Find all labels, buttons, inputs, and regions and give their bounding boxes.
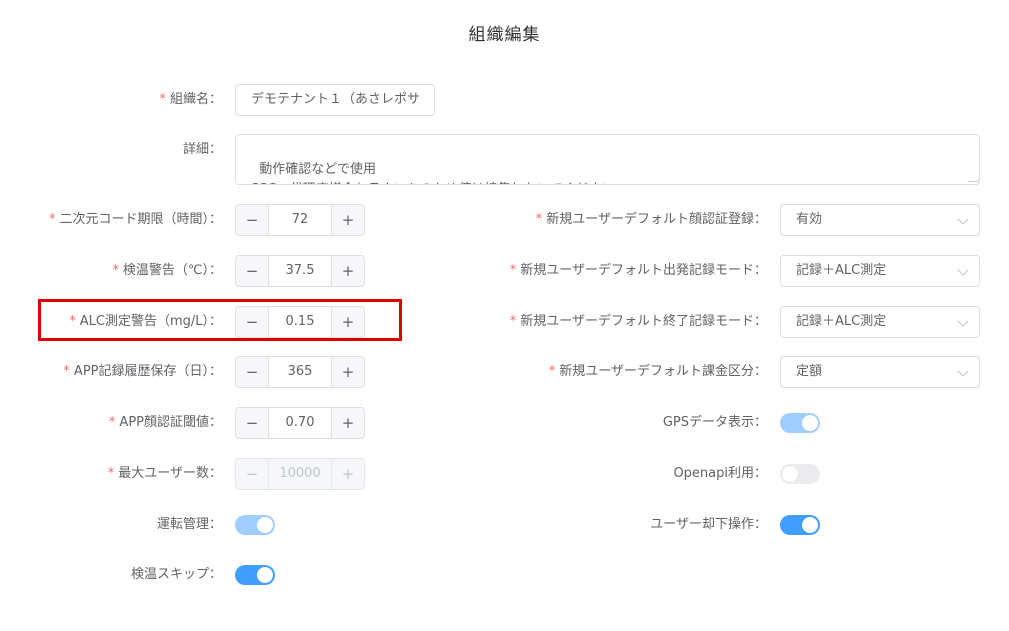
required-mark: * — [509, 263, 517, 278]
temp-skip-label: 検温スキップ： — [130, 567, 222, 582]
increment-button[interactable]: + — [331, 256, 364, 286]
qr-expiry-label: * 二次元コード期限（時間）： — [48, 212, 222, 227]
new-user-billing-label: * 新規ユーザーデフォルト課金区分： — [548, 364, 767, 379]
required-mark: * — [48, 212, 56, 227]
new-user-end-mode-select[interactable]: 記録＋ALC測定 — [780, 306, 980, 338]
required-mark: * — [107, 466, 115, 481]
openapi-switch — [780, 464, 820, 484]
increment-button: + — [331, 459, 364, 489]
driving-mgmt-label: 運転管理： — [156, 517, 222, 532]
required-mark: * — [159, 92, 166, 107]
new-user-depart-mode-label: * 新規ユーザーデフォルト出発記録モード： — [509, 263, 767, 278]
required-mark: * — [548, 364, 556, 379]
required-mark: * — [535, 212, 543, 227]
stepper-value[interactable]: 365 — [269, 357, 331, 387]
temp-skip-switch[interactable] — [235, 565, 275, 585]
highlight-box — [38, 299, 402, 341]
openapi-label: Openapi利用： — [673, 466, 767, 481]
decrement-button[interactable]: − — [236, 357, 269, 387]
app-face-threshold-label: * APP顔認証閾値： — [108, 415, 222, 430]
chevron-down-icon — [957, 365, 969, 377]
increment-button[interactable]: + — [331, 408, 364, 438]
detail-textarea[interactable]: 動作確認などで使用 SSC、代理店様含むテナントのため値は編集しないでください。 — [235, 134, 980, 185]
new-user-end-mode-label: * 新規ユーザーデフォルト終了記録モード： — [509, 314, 767, 329]
switch-knob — [802, 517, 818, 533]
new-user-depart-mode-select[interactable]: 記録＋ALC測定 — [780, 255, 980, 287]
new-user-billing-select[interactable]: 定額 — [780, 356, 980, 388]
switch-knob — [257, 517, 273, 533]
switch-knob — [782, 466, 798, 482]
detail-label: 詳細： — [182, 142, 222, 157]
new-user-face-reg-label: * 新規ユーザーデフォルト顔認証登録： — [535, 212, 767, 227]
switch-knob — [257, 567, 273, 583]
gps-display-switch — [780, 413, 820, 433]
org-name-input[interactable]: デモテナント１（あさレポサ — [235, 84, 435, 116]
chevron-down-icon — [957, 264, 969, 276]
app-face-threshold-stepper[interactable]: − 0.70 + — [235, 407, 365, 439]
max-users-stepper: − 10000 + — [235, 458, 365, 490]
qr-expiry-stepper[interactable]: − 72 + — [235, 204, 365, 236]
app-history-stepper[interactable]: − 365 + — [235, 356, 365, 388]
decrement-button: − — [236, 459, 269, 489]
stepper-value: 10000 — [269, 459, 331, 489]
user-reject-switch[interactable] — [780, 515, 820, 535]
gps-display-label: GPSデータ表示： — [662, 415, 767, 430]
required-mark: * — [63, 364, 70, 379]
max-users-label: * 最大ユーザー数： — [107, 466, 222, 481]
new-user-face-reg-select[interactable]: 有効 — [780, 204, 980, 236]
required-mark: * — [112, 263, 119, 278]
chevron-down-icon — [957, 315, 969, 327]
stepper-value[interactable]: 37.5 — [269, 256, 331, 286]
decrement-button[interactable]: − — [236, 256, 269, 286]
temp-warning-label: * 検温警告（℃）： — [112, 263, 222, 278]
stepper-value[interactable]: 0.70 — [269, 408, 331, 438]
user-reject-label: ユーザー却下操作： — [650, 517, 767, 532]
increment-button[interactable]: + — [331, 205, 364, 235]
decrement-button[interactable]: − — [236, 205, 269, 235]
required-mark: * — [108, 415, 116, 430]
switch-knob — [802, 415, 818, 431]
decrement-button[interactable]: − — [236, 408, 269, 438]
temp-warning-stepper[interactable]: − 37.5 + — [235, 255, 365, 287]
driving-mgmt-switch — [235, 515, 275, 535]
increment-button[interactable]: + — [331, 357, 364, 387]
stepper-value[interactable]: 72 — [269, 205, 331, 235]
page-title: 組織編集 — [468, 25, 541, 45]
org-name-label: * 組織名： — [159, 92, 222, 107]
chevron-down-icon — [957, 213, 969, 225]
required-mark: * — [509, 314, 517, 329]
resize-handle-icon[interactable] — [968, 173, 979, 182]
app-history-label: * APP記録履歴保存（日）： — [63, 364, 222, 379]
